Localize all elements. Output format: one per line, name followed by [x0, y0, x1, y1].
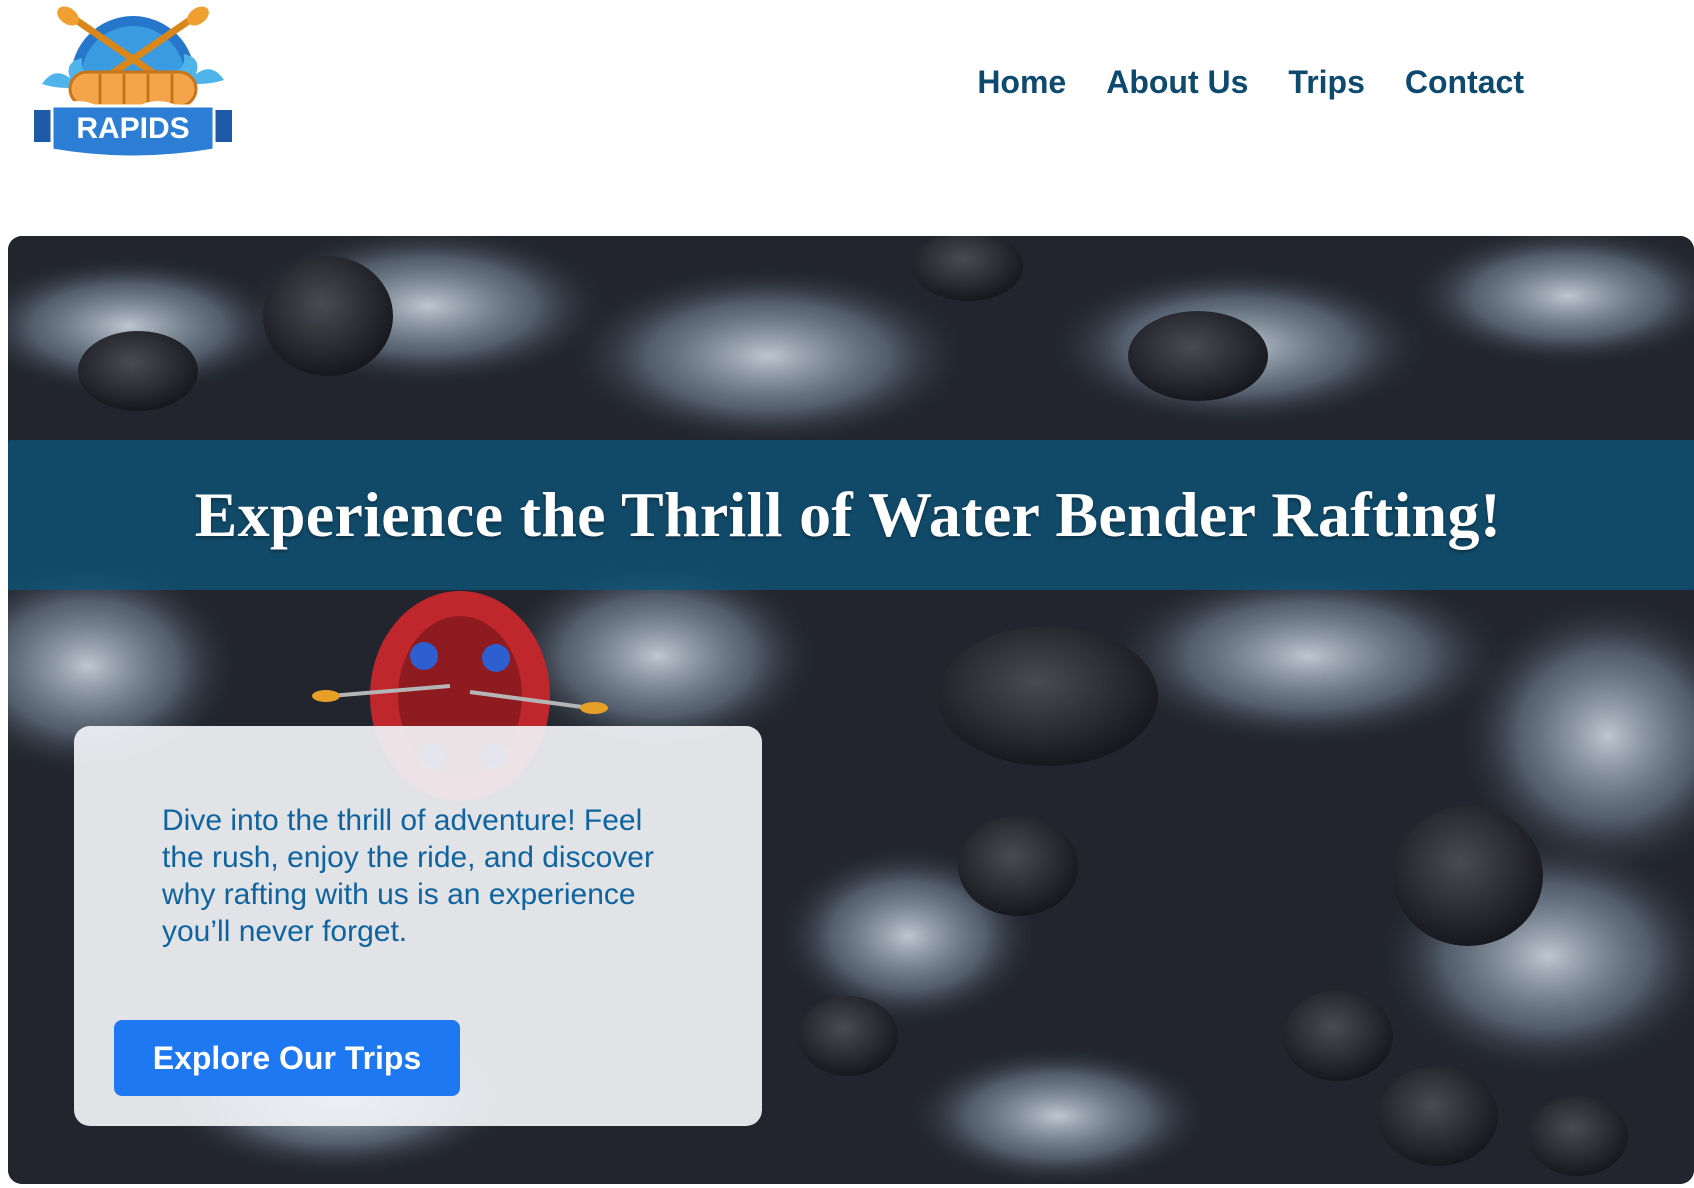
nav-trips[interactable]: Trips [1288, 64, 1364, 101]
hero-info-card: Dive into the thrill of adventure! Feel … [74, 726, 762, 1126]
page: RAPIDS Home About Us Trips Contact Exper… [0, 0, 1694, 1188]
nav-about-us[interactable]: About Us [1106, 64, 1248, 101]
hero-title: Experience the Thrill of Water Bender Ra… [194, 479, 1502, 550]
rapids-logo[interactable]: RAPIDS [28, 6, 238, 168]
hero-title-banner: Experience the Thrill of Water Bender Ra… [8, 440, 1694, 590]
nav-home[interactable]: Home [977, 64, 1066, 101]
main-nav: Home About Us Trips Contact [977, 64, 1524, 101]
explore-trips-button[interactable]: Explore Our Trips [114, 1020, 460, 1096]
nav-contact[interactable]: Contact [1405, 64, 1524, 101]
hero-section: Experience the Thrill of Water Bender Ra… [8, 236, 1694, 1184]
logo-text: RAPIDS [76, 112, 189, 145]
logo-graphic: RAPIDS [34, 6, 232, 159]
hero-description: Dive into the thrill of adventure! Feel … [162, 804, 654, 948]
